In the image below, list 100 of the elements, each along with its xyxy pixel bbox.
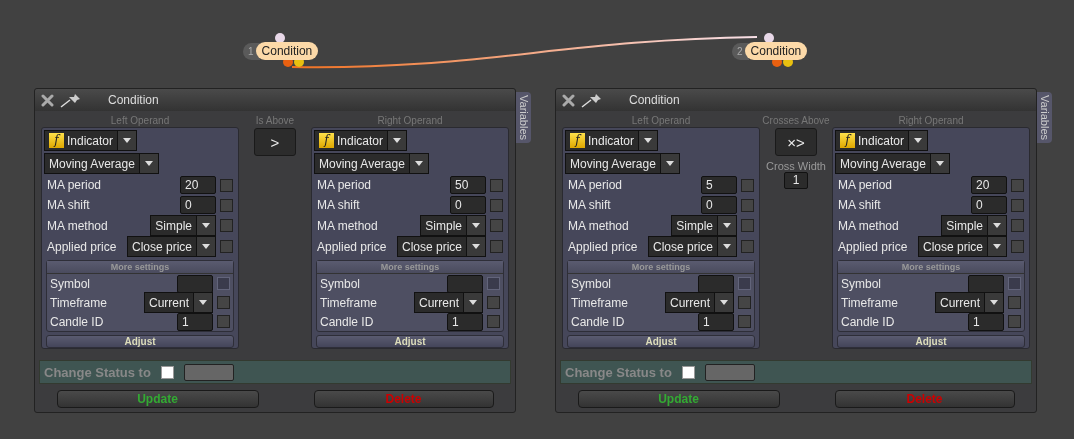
checkbox[interactable] — [490, 178, 503, 192]
dropdown[interactable]: Simple — [941, 215, 1007, 236]
dropdown[interactable]: Close price — [126, 236, 216, 257]
section-header: More settings — [317, 261, 503, 274]
caret-icon — [720, 300, 728, 305]
input-field[interactable] — [447, 274, 483, 293]
checkbox[interactable] — [487, 315, 500, 328]
dropdown[interactable]: Close price — [647, 236, 737, 257]
adjust-button[interactable]: Adjust — [316, 335, 504, 348]
checkbox[interactable] — [217, 315, 230, 328]
checkbox[interactable] — [741, 198, 754, 212]
param-label: Timeframe — [50, 295, 108, 310]
operator-button[interactable]: ×> — [775, 128, 817, 156]
checkbox[interactable] — [490, 219, 503, 232]
param-label: Timeframe — [571, 295, 629, 310]
param-label: MA shift — [47, 198, 91, 212]
function-icon: f — [319, 133, 334, 148]
dropdown[interactable]: Simple — [671, 215, 737, 236]
caret-icon — [123, 138, 132, 143]
checkbox[interactable] — [1011, 198, 1024, 212]
condition-node[interactable]: Condition — [744, 42, 808, 60]
checkbox[interactable] — [217, 296, 230, 309]
dropdown[interactable]: Close price — [917, 236, 1007, 257]
checkbox[interactable] — [741, 219, 754, 232]
variables-tab[interactable]: Variables — [1037, 92, 1052, 144]
input-field[interactable]: 0 — [701, 196, 737, 214]
checkbox[interactable] — [220, 219, 233, 232]
checkbox[interactable] — [741, 240, 754, 253]
param-label: Timeframe — [320, 295, 378, 310]
function-icon: f — [840, 133, 855, 148]
param-label: Timeframe — [841, 295, 899, 310]
input-field[interactable]: 20 — [180, 176, 216, 194]
pin-icon[interactable] — [581, 92, 603, 108]
param-label: Applied price — [317, 239, 388, 254]
dropdown[interactable]: Simple — [150, 215, 216, 236]
checkbox[interactable] — [1008, 296, 1021, 309]
input-field[interactable] — [177, 274, 213, 293]
checkbox[interactable] — [1008, 315, 1021, 328]
input-field[interactable]: 50 — [450, 176, 486, 194]
close-icon[interactable] — [41, 93, 54, 107]
dropdown[interactable]: Current — [144, 292, 213, 313]
checkbox[interactable] — [490, 240, 503, 253]
dropdown[interactable]: Current — [414, 292, 483, 313]
operator-button[interactable]: > — [254, 128, 296, 156]
input-field[interactable]: 5 — [701, 176, 737, 194]
caret-icon — [935, 161, 944, 166]
update-button[interactable]: Update — [56, 390, 259, 408]
indicator-dropdown[interactable]: Moving Average — [565, 153, 680, 174]
condition-node[interactable]: Condition — [255, 42, 319, 60]
param-label: Candle ID — [841, 314, 896, 329]
type-dropdown[interactable]: f Indicator — [835, 130, 929, 151]
close-icon[interactable] — [562, 93, 575, 107]
checkbox[interactable] — [487, 296, 500, 309]
input-field[interactable]: 0 — [180, 196, 216, 214]
status-field[interactable] — [704, 363, 755, 381]
dropdown[interactable]: Close price — [396, 236, 486, 257]
type-dropdown[interactable]: f Indicator — [565, 130, 659, 151]
checkbox[interactable] — [681, 365, 695, 379]
input-field[interactable] — [698, 274, 734, 293]
param-label: Applied price — [47, 239, 118, 254]
cross-width-field[interactable]: 1 — [784, 172, 808, 189]
caret-icon — [469, 300, 477, 305]
input-field[interactable]: 0 — [971, 196, 1007, 214]
pin-icon[interactable] — [60, 92, 82, 108]
param-label: MA method — [317, 218, 379, 233]
checkbox[interactable] — [1011, 219, 1024, 232]
param-label: Symbol — [50, 276, 91, 291]
indicator-dropdown[interactable]: Moving Average — [835, 153, 950, 174]
param-label: MA method — [568, 218, 630, 233]
dropdown[interactable]: Simple — [420, 215, 486, 236]
function-icon: f — [49, 133, 64, 148]
checkbox[interactable] — [1011, 178, 1024, 192]
input-field[interactable]: 0 — [450, 196, 486, 214]
input-field[interactable]: 20 — [971, 176, 1007, 194]
dropdown[interactable]: Current — [935, 292, 1004, 313]
caret-icon — [993, 223, 1001, 228]
status-field[interactable] — [183, 363, 234, 381]
dropdown[interactable]: Current — [665, 292, 734, 313]
checkbox[interactable] — [1011, 240, 1024, 253]
adjust-button[interactable]: Adjust — [46, 335, 234, 348]
checkbox[interactable] — [220, 198, 233, 212]
type-dropdown[interactable]: f Indicator — [44, 130, 138, 151]
checkbox[interactable] — [220, 178, 233, 192]
param-label: MA period — [838, 178, 894, 192]
checkbox[interactable] — [738, 315, 751, 328]
variables-tab[interactable]: Variables — [516, 92, 531, 144]
checkbox[interactable] — [490, 198, 503, 212]
caret-icon — [202, 244, 210, 249]
checkbox[interactable] — [738, 296, 751, 309]
adjust-button[interactable]: Adjust — [837, 335, 1025, 348]
update-button[interactable]: Update — [577, 390, 780, 408]
indicator-dropdown[interactable]: Moving Average — [314, 153, 429, 174]
checkbox[interactable] — [160, 365, 174, 379]
adjust-button[interactable]: Adjust — [567, 335, 755, 348]
section-header: More settings — [568, 261, 754, 274]
checkbox[interactable] — [741, 178, 754, 192]
type-dropdown[interactable]: f Indicator — [314, 130, 408, 151]
indicator-dropdown[interactable]: Moving Average — [44, 153, 159, 174]
input-field[interactable] — [968, 274, 1004, 293]
checkbox[interactable] — [220, 240, 233, 253]
